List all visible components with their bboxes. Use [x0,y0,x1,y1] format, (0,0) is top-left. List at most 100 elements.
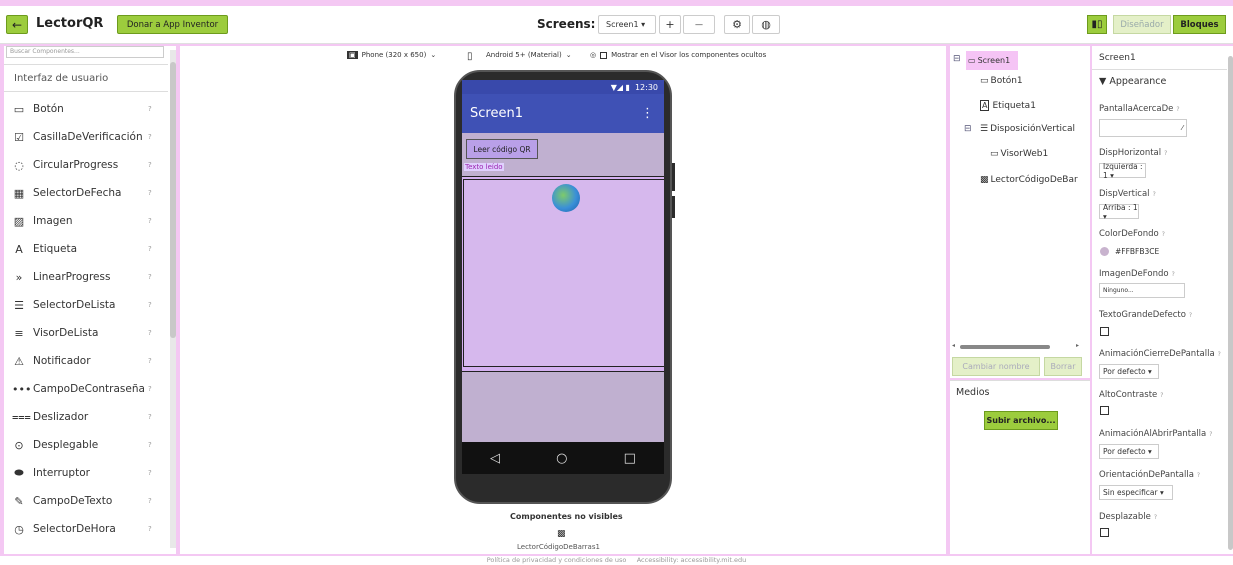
palette-item[interactable]: ⩶ Deslizador? [4,403,168,431]
show-hidden-toggle[interactable]: ◎ Mostrar en el Visor los componentes oc… [590,51,766,59]
add-screen-button[interactable]: + [659,15,681,34]
help-icon[interactable]: ? [148,189,152,197]
scroll-right-icon[interactable]: ▸ [1076,342,1079,349]
upload-file-button[interactable]: Subir archivo... [984,411,1058,430]
preview-button[interactable]: ◍ [752,15,780,34]
phone-toggle[interactable]: ▯ [467,51,473,62]
scrollbar-thumb[interactable] [170,62,176,338]
show-hidden-checkbox[interactable] [600,51,608,59]
help-icon[interactable]: ? [1197,472,1200,479]
back-button[interactable]: ← [6,15,28,34]
bgcolor-swatch[interactable] [1100,247,1109,256]
accessibility-link[interactable]: Accessibility: accessibility.mit.edu [637,556,747,564]
barcode-scanner-icon[interactable]: ▩ [557,529,566,539]
help-icon[interactable]: ? [1209,431,1212,438]
palette-item[interactable]: ☰ SelectorDeLista? [4,291,168,319]
tree-item-webviewer1[interactable]: ▭ VisorWeb1 [990,149,1048,159]
palette-scrollbar[interactable] [170,50,176,548]
vertical-arrangement[interactable] [462,176,664,372]
rename-button[interactable]: Cambiar nombre [952,357,1040,376]
help-icon[interactable]: ? [148,217,152,225]
palette-item[interactable]: ◷ SelectorDeHora? [4,515,168,543]
help-icon[interactable]: ? [1164,150,1167,157]
valign-select[interactable]: Arriba : 1 ▾ [1099,203,1139,221]
palette-item[interactable]: ▨ Imagen? [4,207,168,235]
read-qr-button[interactable]: Leer código QR [466,139,538,159]
palette-item[interactable]: ◌ CircularProgress? [4,151,168,179]
privacy-link[interactable]: Política de privacidad y condiciones de … [487,556,627,564]
help-icon[interactable]: ? [148,273,152,281]
help-icon[interactable]: ? [148,385,152,393]
help-icon[interactable]: ? [1154,514,1157,521]
help-icon[interactable]: ? [1176,106,1179,113]
tree-item-label1[interactable]: A Etiqueta1 [980,100,1036,111]
theme-select[interactable]: Android 5+ (Material) ⌄ [486,51,572,59]
help-icon[interactable]: ? [148,161,152,169]
help-icon[interactable]: ? [1162,231,1165,238]
help-icon[interactable]: ? [1218,351,1221,358]
palette-item[interactable]: ☑ CasillaDeVerificación? [4,123,168,151]
help-icon[interactable]: ? [148,301,152,309]
bigtext-checkbox[interactable] [1100,327,1109,336]
donate-button[interactable]: Donar a App Inventor [117,15,228,34]
project-properties-button[interactable]: ⚙ [724,15,750,34]
tree-item-barcode-scanner[interactable]: ▩ LectorCódigoDeBar [980,175,1078,185]
help-icon[interactable]: ? [1153,191,1156,198]
help-icon[interactable]: ? [148,413,152,421]
tree-item-button1[interactable]: ▭ Botón1 [980,76,1023,86]
nonvisible-item[interactable]: LectorCódigoDeBarras1 [517,543,600,551]
palette-item[interactable]: » LinearProgress? [4,263,168,291]
tree-hscrollbar[interactable]: ◂ ▸ [952,342,1084,350]
tree-item-vertical-arrangement[interactable]: ☰ DisposiciónVertical [980,124,1075,134]
bgcolor-value[interactable]: #FFBFB3CE [1115,247,1159,256]
close-anim-select[interactable]: Por defecto ▾ [1099,364,1159,379]
help-icon[interactable]: ? [148,441,152,449]
palette-item[interactable]: ••• CampoDeContraseña? [4,375,168,403]
help-icon[interactable]: ? [1172,271,1175,278]
properties-scrollbar[interactable] [1228,56,1233,550]
designer-button[interactable]: Diseñador [1113,15,1171,34]
scrollbar-thumb[interactable] [960,345,1050,349]
contrast-checkbox[interactable] [1100,406,1109,415]
device-select[interactable]: ▣ Phone (320 x 650) ⌄ [347,51,436,59]
scrollable-checkbox[interactable] [1100,528,1109,537]
palette-item[interactable]: ⬬ Interruptor? [4,459,168,487]
palette-item[interactable]: ⚠ Notificador? [4,347,168,375]
bgimage-picker[interactable]: Ninguno... [1099,283,1185,298]
open-anim-select[interactable]: Por defecto ▾ [1099,444,1159,459]
about-screen-textarea[interactable]: ⁄ [1099,119,1187,137]
search-input[interactable]: Buscar Componentes... [6,46,164,58]
blocks-button[interactable]: Bloques [1173,15,1226,34]
orientation-select[interactable]: Sin especificar ▾ [1099,485,1173,500]
help-icon[interactable]: ? [148,525,152,533]
web-viewer[interactable] [463,179,664,367]
help-icon[interactable]: ? [148,245,152,253]
help-icon[interactable]: ? [148,133,152,141]
read-text-label[interactable]: Texto leído [464,163,504,171]
scroll-left-icon[interactable]: ◂ [952,342,955,349]
help-icon[interactable]: ? [148,105,152,113]
help-icon[interactable]: ? [1160,392,1163,399]
help-icon[interactable]: ? [148,329,152,337]
overflow-menu-icon[interactable]: ⋮ [641,94,654,133]
screen-select[interactable]: Screen1 ▾ [598,15,656,34]
palette-item[interactable]: ⊙ Desplegable? [4,431,168,459]
help-icon[interactable]: ? [148,357,152,365]
collapse-icon[interactable]: ⊟ [953,54,961,64]
palette-item[interactable]: A Etiqueta? [4,235,168,263]
tree-item-screen1[interactable]: ▭ Screen1 [966,51,1018,70]
help-icon[interactable]: ? [148,469,152,477]
collapse-icon[interactable]: ⊟ [964,124,972,134]
palette-item[interactable]: ▦ SelectorDeFecha? [4,179,168,207]
remove-screen-button[interactable]: — [683,15,715,34]
palette-item[interactable]: ✎ CampoDeTexto? [4,487,168,515]
panel-toggle-button[interactable]: ▮▯ [1087,15,1107,34]
help-icon[interactable]: ? [148,497,152,505]
palette-item[interactable]: ≡ VisorDeLista? [4,319,168,347]
palette-category[interactable]: Interfaz de usuario [4,64,168,92]
delete-button[interactable]: Borrar [1044,357,1082,376]
help-icon[interactable]: ? [1189,312,1192,319]
halign-select[interactable]: Izquierda : 1 ▾ [1099,162,1146,180]
palette-item[interactable]: ▭ Botón? [4,95,168,123]
appearance-section-toggle[interactable]: ▼ Appearance [1099,76,1166,87]
